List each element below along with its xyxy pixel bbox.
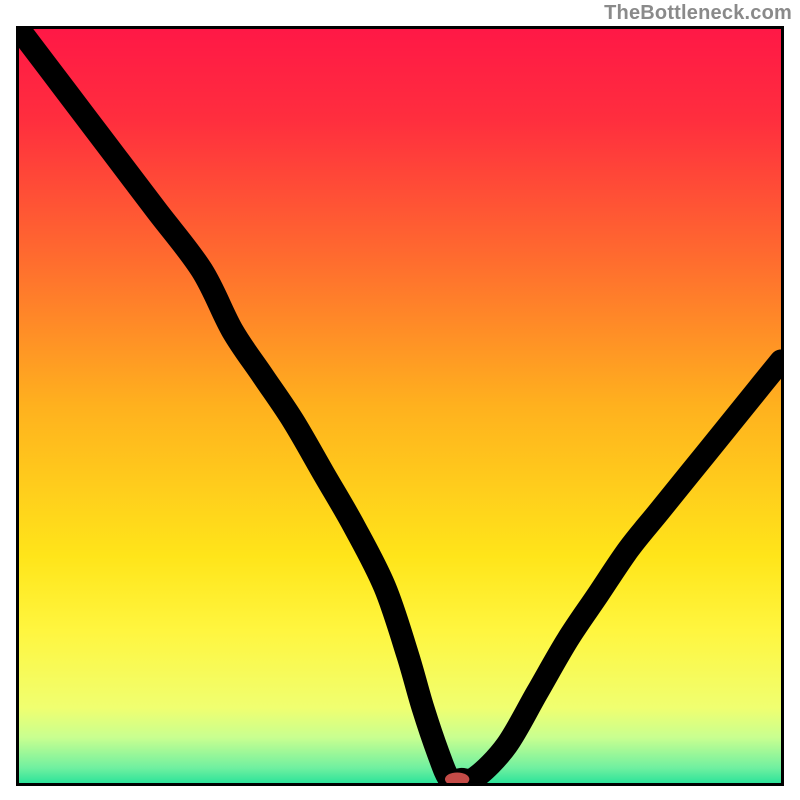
bottleneck-chart: [16, 26, 784, 786]
chart-background: [19, 29, 781, 783]
chart-svg: [19, 29, 781, 783]
attribution-text: TheBottleneck.com: [604, 2, 792, 25]
